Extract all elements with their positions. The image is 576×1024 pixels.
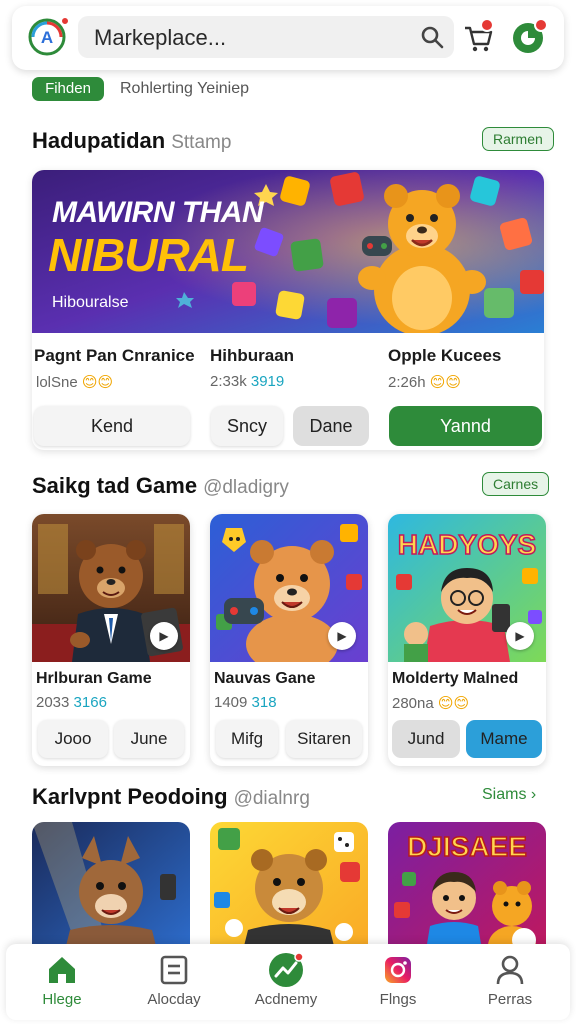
item-title[interactable]: Hihburaan (210, 346, 294, 366)
game-meta-value: 2033 (36, 694, 70, 711)
rating-emoji-icon: 😊😊 (429, 374, 461, 391)
game-art (210, 822, 368, 962)
item-title[interactable]: Opple Kucees (388, 346, 501, 366)
home-icon (49, 957, 75, 983)
section-subtitle: @dialnrg (233, 788, 310, 809)
game-card[interactable]: ▶ Nauvas Gane 1409 318 Mifg Sitaren (210, 514, 368, 766)
game-meta: 2033 3166 (36, 694, 107, 711)
mifg-button[interactable]: Mifg (216, 720, 278, 758)
search-icon[interactable] (420, 25, 444, 49)
rating-emoji-icon: 😊😊 (81, 374, 114, 391)
game-title: Hrlburan Game (36, 670, 152, 687)
dane-button[interactable]: Dane (293, 406, 369, 446)
item-meta: 2:33k 3919 (210, 373, 284, 390)
nav-label: Alocday (147, 991, 201, 1008)
section-subtitle: @dladigry (203, 477, 289, 498)
person-icon (496, 955, 524, 985)
game-art: DJISAEE (388, 822, 546, 962)
play-icon[interactable]: ▶ (328, 622, 356, 650)
item-meta: lolSne 😊😊 (36, 373, 113, 391)
banner-title: NIBURAL (48, 229, 249, 281)
item-meta-value: lolSne (36, 374, 78, 391)
nav-label: Flngs (379, 991, 417, 1008)
camera-icon (385, 957, 411, 983)
section-pill[interactable]: Carnes (482, 472, 550, 496)
section-title-text: Karlvpnt Peodoing (32, 784, 228, 809)
top-bar: A Markeplace... (12, 6, 564, 70)
nav-label: Perras (487, 991, 533, 1008)
section-title-text: Saikg tad Game (32, 473, 198, 498)
profile-badge (534, 18, 548, 32)
jooo-button[interactable]: Jooo (38, 720, 108, 758)
nav-item-alocday[interactable]: Alocday (118, 944, 230, 1020)
nav-item-perras[interactable]: Perras (454, 944, 566, 1020)
bottom-nav: Hlege Alocday Acdnemy Flngs Perras (6, 944, 570, 1020)
kend-button[interactable]: Kend (34, 406, 190, 446)
yannd-button[interactable]: Yannd (389, 406, 542, 446)
game-art (32, 822, 190, 962)
game-meta-value: 280na (392, 695, 434, 712)
game-meta: 280na 😊😊 (392, 694, 469, 712)
section-subtitle: Sttamp (171, 132, 232, 153)
search-placeholder: Markeplace... (94, 25, 227, 50)
section-title-text: Hadupatidan (32, 128, 166, 153)
svg-text:A: A (41, 28, 53, 47)
game-meta-count: 318 (251, 694, 277, 711)
nav-label: Hlege (42, 991, 82, 1008)
play-icon[interactable]: ▶ (506, 622, 534, 650)
item-title[interactable]: Pagnt Pan Cnranice (34, 346, 195, 366)
game-title: Molderty Malned (392, 670, 519, 687)
nav-label: Acdnemy (254, 991, 318, 1008)
item-meta-value: 2:33k (210, 373, 247, 390)
nav-item-flngs[interactable]: Flngs (342, 944, 454, 1020)
filter-chip[interactable]: Rohlerting Yeiniep (120, 80, 249, 98)
item-meta-count: 3919 (250, 373, 285, 390)
game-card[interactable]: ▶ Hrlburan Game 2033 3166 Jooo June (32, 514, 190, 766)
game-card[interactable]: HADYOYS ▶ Molderty Malned 280na 😊😊 Jund … (388, 514, 546, 766)
sncy-button[interactable]: Sncy (211, 406, 283, 446)
game-meta: 1409 318 (214, 694, 277, 711)
trending-icon (269, 952, 304, 987)
game-card[interactable] (210, 822, 368, 962)
nav-item-home[interactable]: Hlege (6, 944, 118, 1020)
item-meta: 2:26h 😊😊 (388, 373, 461, 391)
section-title: Saikg tad Game @dladigry (32, 473, 289, 499)
game-card[interactable]: DJISAEE (388, 822, 546, 962)
game-card[interactable] (32, 822, 190, 962)
section-title: Hadupatidan Sttamp (32, 128, 231, 154)
nav-item-acdnemy[interactable]: Acdnemy (230, 944, 342, 1020)
banner-subtitle: Hibouralse (52, 294, 129, 311)
featured-banner[interactable]: MAWIRN THAN NIBURAL Hibouralse (32, 170, 544, 333)
item-meta-value: 2:26h (388, 374, 426, 391)
jund-button[interactable]: Jund (392, 720, 460, 758)
section-title: Karlvpnt Peodoing @dialnrg (32, 784, 310, 810)
see-all-link[interactable]: Siams › (482, 786, 536, 804)
rating-emoji-icon: 😊😊 (437, 695, 470, 712)
game-art-text: DJISAEE (407, 831, 527, 862)
sitaren-button[interactable]: Sitaren (286, 720, 362, 758)
section-pill[interactable]: Rarmen (482, 127, 554, 151)
game-meta-value: 1409 (214, 694, 248, 711)
logo-badge (60, 16, 70, 26)
banner-headline: MAWIRN THAN (52, 196, 264, 229)
list-icon (160, 955, 188, 985)
game-meta-count: 3166 (73, 694, 107, 711)
game-title: Nauvas Gane (214, 670, 316, 687)
june-button[interactable]: June (114, 720, 184, 758)
play-icon[interactable]: ▶ (150, 622, 178, 650)
cart-badge (480, 18, 494, 32)
game-art-text: HADYOYS (398, 529, 536, 560)
filter-chip-active[interactable]: Fihden (32, 77, 104, 101)
mame-button[interactable]: Mame (466, 720, 542, 758)
search-input[interactable]: Markeplace... (78, 16, 454, 58)
